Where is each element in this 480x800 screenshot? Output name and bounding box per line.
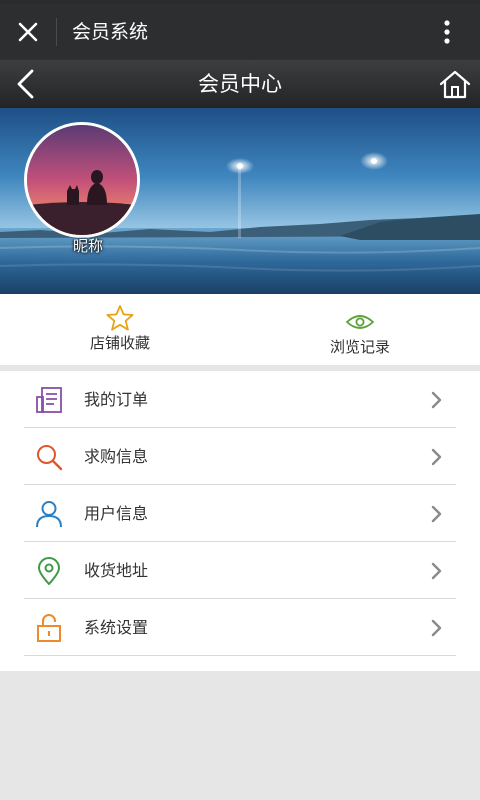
menu-item-purchase-requests[interactable]: 求购信息 <box>24 428 456 485</box>
window-title: 会员系统 <box>72 21 149 43</box>
store-favorites-button[interactable]: 店铺收藏 <box>0 294 240 365</box>
close-icon[interactable] <box>12 16 44 48</box>
menu-item-my-orders[interactable]: 我的订单 <box>24 371 456 428</box>
chevron-right-icon <box>431 391 442 409</box>
avatar-image <box>27 125 137 235</box>
divider <box>56 18 57 46</box>
chevron-right-icon <box>431 562 442 580</box>
chevron-right-icon <box>431 619 442 637</box>
location-pin-icon <box>38 557 60 585</box>
menu-label: 用户信息 <box>84 504 149 523</box>
page-nav-bar: 会员中心 <box>0 60 480 108</box>
wechat-top-bar: 会员系统 <box>0 4 480 60</box>
user-icon <box>36 501 62 528</box>
menu-label: 系统设置 <box>84 618 149 637</box>
quick-actions: 店铺收藏 浏览记录 <box>0 294 480 365</box>
store-favorites-label: 店铺收藏 <box>89 334 150 352</box>
menu-label: 收货地址 <box>84 561 149 580</box>
receipt-icon <box>36 387 62 413</box>
browse-history-label: 浏览记录 <box>329 338 390 356</box>
menu-item-shipping-address[interactable]: 收货地址 <box>24 542 456 599</box>
chevron-right-icon <box>431 505 442 523</box>
menu-label: 求购信息 <box>84 447 149 466</box>
search-icon <box>37 445 63 471</box>
star-icon <box>106 305 134 331</box>
menu-item-user-info[interactable]: 用户信息 <box>24 485 456 542</box>
chevron-right-icon <box>431 448 442 466</box>
menu-list: 我的订单 求购信息 用户信息 收货地址 系统设置 <box>0 371 480 671</box>
eye-icon <box>345 315 375 329</box>
nickname: 昵称 <box>72 237 103 255</box>
menu-item-system-settings[interactable]: 系统设置 <box>24 599 456 656</box>
unlock-icon <box>37 614 61 642</box>
home-icon[interactable] <box>436 66 474 102</box>
chevron-left-icon[interactable] <box>10 66 44 102</box>
page-title: 会员中心 <box>198 72 282 96</box>
avatar[interactable] <box>24 122 140 238</box>
browse-history-button[interactable]: 浏览记录 <box>240 294 480 365</box>
more-vertical-icon[interactable] <box>432 16 462 48</box>
menu-label: 我的订单 <box>84 390 149 409</box>
